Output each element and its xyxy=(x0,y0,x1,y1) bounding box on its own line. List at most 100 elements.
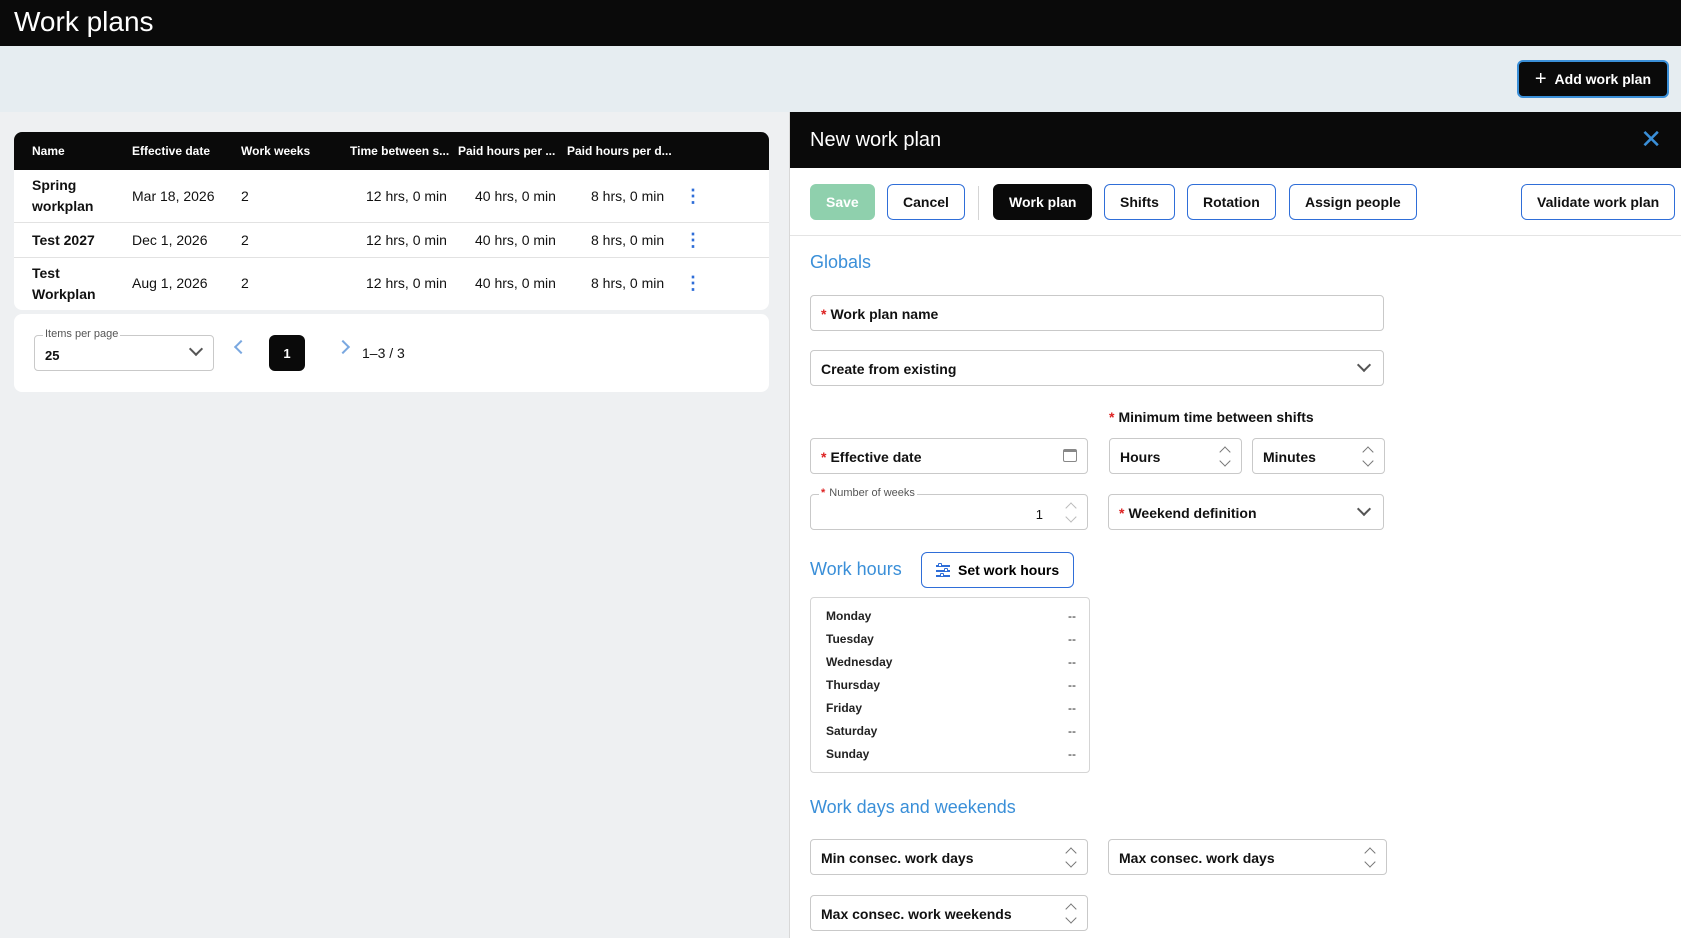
chevron-down-icon xyxy=(1356,501,1372,517)
tab-shifts[interactable]: Shifts xyxy=(1104,184,1175,220)
create-from-existing-select[interactable]: Create from existing xyxy=(810,350,1384,386)
create-from-existing-label: Create from existing xyxy=(821,361,957,377)
chevron-down-icon xyxy=(1356,357,1372,373)
stepper-arrows-icon[interactable] xyxy=(1219,443,1231,471)
section-title-work-days: Work days and weekends xyxy=(810,797,1016,817)
add-work-plan-label: Add work plan xyxy=(1554,71,1651,87)
more-options-icon[interactable]: ⋮ xyxy=(684,231,702,249)
max-consec-work-days-stepper[interactable]: Max consec. work days xyxy=(1108,839,1387,875)
cell-work-weeks: 2 xyxy=(241,188,249,204)
cell-paid-day: 8 hrs, 0 min xyxy=(591,188,665,204)
page-button-current[interactable]: 1 xyxy=(269,335,305,371)
save-button[interactable]: Save xyxy=(810,184,875,220)
max-consec-work-weekends-stepper[interactable]: Max consec. work weekends xyxy=(810,895,1088,931)
table-row[interactable]: Test Workplan Aug 1, 2026 2 12 hrs, 0 mi… xyxy=(14,258,769,310)
toolbar-divider xyxy=(978,186,979,220)
cell-name: Spring workplan xyxy=(32,177,94,214)
effective-date-label: Effective date xyxy=(830,449,922,465)
plus-icon: + xyxy=(1534,68,1547,90)
panel-title: New work plan xyxy=(810,129,942,151)
cell-effective-date: Mar 18, 2026 xyxy=(132,188,215,204)
cell-effective-date: Aug 1, 2026 xyxy=(132,275,208,291)
stepper-arrows-icon[interactable] xyxy=(1065,900,1077,928)
max-consec-work-days-label: Max consec. work days xyxy=(1119,850,1275,866)
table-header: Name Effective date Work weeks Time betw… xyxy=(14,132,769,170)
cell-work-weeks: 2 xyxy=(241,232,249,248)
column-header-paid-hours-day[interactable]: Paid hours per d... xyxy=(567,144,672,158)
cell-paid-week: 40 hrs, 0 min xyxy=(475,232,556,248)
page-title: Work plans xyxy=(14,6,154,37)
add-work-plan-button[interactable]: + Add work plan xyxy=(1516,60,1669,98)
cell-name: Test Workplan xyxy=(32,265,96,302)
column-header-time-between-shifts[interactable]: Time between s... xyxy=(350,144,449,158)
stepper-arrows-icon[interactable] xyxy=(1065,499,1077,527)
table-row[interactable]: Spring workplan Mar 18, 2026 2 12 hrs, 0… xyxy=(14,170,769,223)
weekend-definition-label: Weekend definition xyxy=(1128,505,1257,521)
tab-rotation[interactable]: Rotation xyxy=(1187,184,1276,220)
close-icon[interactable]: ✕ xyxy=(1640,126,1662,152)
chevron-right-icon[interactable] xyxy=(335,339,351,355)
section-title-globals: Globals xyxy=(810,252,872,272)
day-row-monday: Monday -- xyxy=(826,609,1076,623)
items-per-page-select[interactable]: Items per page 25 xyxy=(34,328,214,371)
work-plan-name-field[interactable]: * Work plan name xyxy=(810,295,1384,331)
stepper-arrows-icon[interactable] xyxy=(1364,844,1376,872)
pagination: Items per page 25 1 1–3 / 3 xyxy=(14,314,769,392)
cell-paid-week: 40 hrs, 0 min xyxy=(475,188,556,204)
required-marker: * xyxy=(821,449,827,465)
day-row-thursday: Thursday -- xyxy=(826,678,1076,692)
day-row-wednesday: Wednesday -- xyxy=(826,655,1076,669)
min-consec-work-days-stepper[interactable]: Min consec. work days xyxy=(810,839,1088,875)
day-row-tuesday: Tuesday -- xyxy=(826,632,1076,646)
tab-assign-people[interactable]: Assign people xyxy=(1289,184,1417,220)
number-of-weeks-value: 1 xyxy=(1035,507,1043,522)
cell-time-between: 12 hrs, 0 min xyxy=(366,188,447,204)
work-plans-table: Name Effective date Work weeks Time betw… xyxy=(14,132,769,310)
set-work-hours-button[interactable]: Set work hours xyxy=(921,552,1075,588)
tab-work-plan[interactable]: Work plan xyxy=(993,184,1093,220)
column-header-paid-hours-week[interactable]: Paid hours per ... xyxy=(458,144,555,158)
panel-header: New work plan ✕ xyxy=(790,112,1681,168)
hours-stepper[interactable]: Hours xyxy=(1109,438,1242,474)
chevron-down-icon xyxy=(188,341,204,357)
required-marker: * xyxy=(821,306,827,322)
app-header: Work plans xyxy=(0,0,1681,46)
day-row-friday: Friday -- xyxy=(826,701,1076,715)
stepper-arrows-icon[interactable] xyxy=(1362,443,1374,471)
cancel-button[interactable]: Cancel xyxy=(887,184,965,220)
column-header-name[interactable]: Name xyxy=(32,144,65,158)
cell-paid-day: 8 hrs, 0 min xyxy=(591,275,665,291)
page-range: 1–3 / 3 xyxy=(362,345,405,361)
work-hours-summary: Monday -- Tuesday -- Wednesday -- Thursday -… xyxy=(810,597,1090,773)
cell-paid-day: 8 hrs, 0 min xyxy=(591,232,665,248)
validate-work-plan-button[interactable]: Validate work plan xyxy=(1521,184,1676,220)
day-row-sunday: Sunday -- xyxy=(826,747,1076,761)
column-header-work-weeks[interactable]: Work weeks xyxy=(241,144,310,158)
cell-time-between: 12 hrs, 0 min xyxy=(366,275,447,291)
sliders-icon xyxy=(936,563,950,577)
section-title-work-hours: Work hours xyxy=(810,559,902,579)
minutes-stepper[interactable]: Minutes xyxy=(1252,438,1385,474)
effective-date-field[interactable]: * Effective date xyxy=(810,438,1088,474)
more-options-icon[interactable]: ⋮ xyxy=(684,187,702,205)
panel-toolbar: Save Cancel Work plan Shifts Rotation As… xyxy=(790,168,1681,236)
cell-time-between: 12 hrs, 0 min xyxy=(366,232,447,248)
minutes-label: Minutes xyxy=(1263,449,1316,465)
cell-effective-date: Dec 1, 2026 xyxy=(132,232,208,248)
calendar-icon[interactable] xyxy=(1063,449,1077,462)
min-time-between-shifts-label: * Minimum time between shifts xyxy=(1109,409,1314,425)
action-bar: + Add work plan xyxy=(0,46,1681,112)
set-work-hours-label: Set work hours xyxy=(958,562,1060,578)
hours-label: Hours xyxy=(1120,449,1161,465)
table-row[interactable]: Test 2027 Dec 1, 2026 2 12 hrs, 0 min 40… xyxy=(14,223,769,258)
number-of-weeks-stepper[interactable]: * Number of weeks 1 xyxy=(810,487,1088,530)
chevron-left-icon[interactable] xyxy=(233,339,249,355)
stepper-arrows-icon[interactable] xyxy=(1065,844,1077,872)
cell-paid-week: 40 hrs, 0 min xyxy=(475,275,556,291)
weekend-definition-select[interactable]: * Weekend definition xyxy=(1108,494,1384,530)
work-plan-name-label: Work plan name xyxy=(830,306,939,322)
day-row-saturday: Saturday -- xyxy=(826,724,1076,738)
more-options-icon[interactable]: ⋮ xyxy=(684,274,702,292)
column-header-effective-date[interactable]: Effective date xyxy=(132,144,210,158)
new-work-plan-panel: New work plan ✕ Save Cancel Work plan Sh… xyxy=(789,112,1681,938)
